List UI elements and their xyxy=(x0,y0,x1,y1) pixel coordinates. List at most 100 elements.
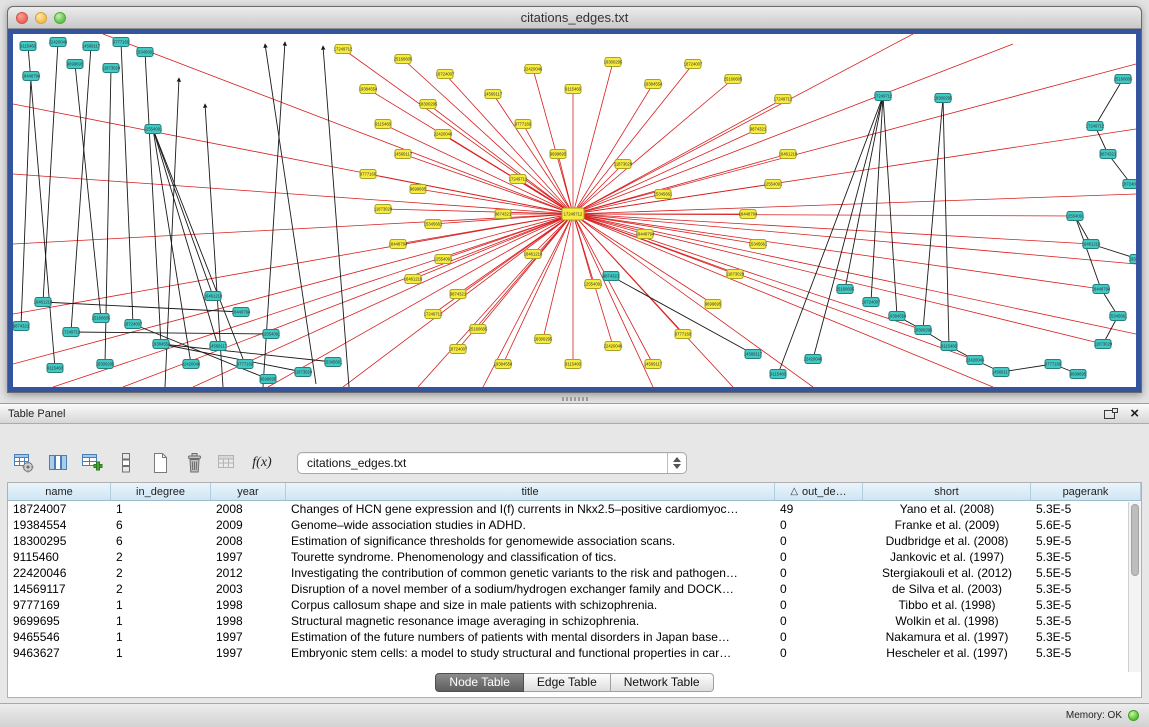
graph-edge[interactable] xyxy=(153,129,191,364)
graph-edge[interactable] xyxy=(573,84,653,214)
table-row[interactable]: 977716911998Corpus callosum shape and si… xyxy=(8,597,1141,613)
graph-node[interactable]: 14569117 xyxy=(209,342,228,351)
tab-edge-table[interactable]: Edge Table xyxy=(524,673,611,692)
graph-edge[interactable] xyxy=(145,52,161,344)
new-document-button[interactable] xyxy=(147,450,173,476)
graph-edge[interactable] xyxy=(523,124,573,214)
tab-network-table[interactable]: Network Table xyxy=(611,673,714,692)
column-header-short[interactable]: short xyxy=(863,483,1031,500)
graph-edge[interactable] xyxy=(71,332,271,334)
graph-edge[interactable] xyxy=(323,46,349,387)
table-row[interactable]: 1872400712008Changes of HCN gene express… xyxy=(8,501,1141,517)
graph-edge[interactable] xyxy=(1095,79,1123,126)
graph-node[interactable]: 16461218 xyxy=(524,250,543,259)
graph-node[interactable]: 18448794 xyxy=(389,240,408,249)
graph-node[interactable]: 9115460 xyxy=(47,364,64,373)
graph-edge[interactable] xyxy=(161,344,303,372)
graph-node[interactable]: 25160605 xyxy=(92,314,111,323)
graph-node[interactable]: 9777169 xyxy=(675,330,692,339)
graph-node[interactable]: 17249712 xyxy=(874,92,893,101)
graph-node[interactable]: 16461218 xyxy=(1082,240,1101,249)
table-selector-dropdown[interactable]: citations_edges.txt xyxy=(297,452,687,474)
zoom-window-button[interactable] xyxy=(54,12,66,24)
graph-edge[interactable] xyxy=(1075,216,1101,289)
graph-node[interactable]: 9115460 xyxy=(565,360,582,369)
graph-edge[interactable] xyxy=(153,129,245,364)
graph-node[interactable]: 19384554 xyxy=(644,80,663,89)
graph-node[interactable]: 9699695 xyxy=(705,300,722,309)
minimize-window-button[interactable] xyxy=(35,12,47,24)
graph-edge[interactable] xyxy=(13,174,573,214)
graph-node[interactable]: 9699695 xyxy=(260,375,277,384)
graph-node[interactable]: 9777169 xyxy=(113,38,130,47)
graph-edge[interactable] xyxy=(573,44,1013,214)
graph-node[interactable]: 11873029 xyxy=(614,160,633,169)
graph-node[interactable]: 18300295 xyxy=(914,326,933,335)
graph-edge[interactable] xyxy=(573,129,758,214)
graph-node[interactable]: 18300295 xyxy=(534,335,553,344)
table-row[interactable]: 2242004622012Investigating the contribut… xyxy=(8,565,1141,581)
panel-splitter[interactable] xyxy=(0,394,1149,403)
graph-edge[interactable] xyxy=(21,76,31,326)
graph-node[interactable]: 14569117 xyxy=(82,42,101,51)
graph-node[interactable]: 9874321 xyxy=(750,125,767,134)
graph-node[interactable]: 25160605 xyxy=(724,75,743,84)
graph-node[interactable]: 15345661 xyxy=(424,220,443,229)
edit-column-button[interactable] xyxy=(79,450,105,476)
graph-node[interactable]: 22420046 xyxy=(524,65,543,74)
graph-node[interactable]: 14569117 xyxy=(992,368,1011,377)
graph-edge[interactable] xyxy=(573,164,623,214)
table-mode-button[interactable] xyxy=(11,450,37,476)
graph-node[interactable]: 14569117 xyxy=(644,360,663,369)
graph-node[interactable]: 17249712 xyxy=(509,175,528,184)
graph-node[interactable]: 17249712 xyxy=(1086,122,1105,131)
float-panel-icon[interactable] xyxy=(1104,408,1118,420)
column-header-out_de[interactable]: △out_de… xyxy=(775,483,863,500)
delete-button[interactable] xyxy=(181,450,207,476)
graph-node[interactable]: 11873029 xyxy=(374,205,393,214)
graph-node[interactable]: 18300295 xyxy=(934,94,953,103)
graph-edge[interactable] xyxy=(28,46,55,368)
graph-node[interactable]: 12554091 xyxy=(1066,212,1085,221)
graph-node[interactable]: 9874321 xyxy=(13,322,30,331)
table-row[interactable]: 1938455462009Genome–wide association stu… xyxy=(8,517,1141,533)
table-row[interactable]: 911546021997Tourette syndrome. Phenomeno… xyxy=(8,549,1141,565)
graph-node[interactable]: 9699695 xyxy=(1070,370,1087,379)
add-rows-button[interactable] xyxy=(113,450,139,476)
table-row[interactable]: 1830029562008Estimation of significance … xyxy=(8,533,1141,549)
graph-node[interactable]: 15345661 xyxy=(1109,312,1128,321)
graph-node[interactable]: 17249712 xyxy=(424,310,443,319)
table-row[interactable]: 969969511998Structural magnetic resonanc… xyxy=(8,613,1141,629)
graph-node[interactable]: 12554091 xyxy=(144,125,163,134)
table-row[interactable]: 1456911722003Disruption of a novel membe… xyxy=(8,581,1141,597)
graph-node[interactable]: 25160605 xyxy=(836,285,855,294)
graph-node[interactable]: 9777169 xyxy=(237,360,254,369)
graph-node[interactable]: 19384554 xyxy=(359,85,378,94)
show-columns-button[interactable] xyxy=(45,450,71,476)
graph-edge[interactable] xyxy=(383,124,573,214)
graph-node[interactable]: 9115460 xyxy=(20,42,37,51)
close-window-button[interactable] xyxy=(16,12,28,24)
graph-node[interactable]: 19384554 xyxy=(494,360,513,369)
graph-edge[interactable] xyxy=(573,154,788,214)
table-row[interactable]: 946362711997Embryonic stem cells: a mode… xyxy=(8,645,1141,661)
graph-node[interactable]: 9777169 xyxy=(1045,360,1062,369)
column-header-pagerank[interactable]: pagerank xyxy=(1031,483,1141,500)
graph-node[interactable]: 12554091 xyxy=(764,180,783,189)
graph-node[interactable]: 16461218 xyxy=(34,298,53,307)
column-header-name[interactable]: name xyxy=(8,483,111,500)
graph-node[interactable]: 22420046 xyxy=(604,342,623,351)
graph-edge[interactable] xyxy=(573,99,783,214)
graph-node[interactable]: 25160605 xyxy=(394,55,413,64)
graph-edge[interactable] xyxy=(573,214,1101,289)
graph-node[interactable]: 15345661 xyxy=(749,240,768,249)
graph-node[interactable]: 16461218 xyxy=(404,275,423,284)
graph-node[interactable]: 16461218 xyxy=(779,150,798,159)
graph-node[interactable]: 22420046 xyxy=(804,355,823,364)
graph-node[interactable]: 9874321 xyxy=(450,290,467,299)
graph-node[interactable]: 11873029 xyxy=(294,368,313,377)
graph-edge[interactable] xyxy=(573,34,913,214)
graph-node[interactable]: 22420046 xyxy=(966,356,985,365)
graph-node[interactable]: 9115460 xyxy=(770,370,787,379)
graph-node[interactable]: 19384554 xyxy=(1129,255,1136,264)
